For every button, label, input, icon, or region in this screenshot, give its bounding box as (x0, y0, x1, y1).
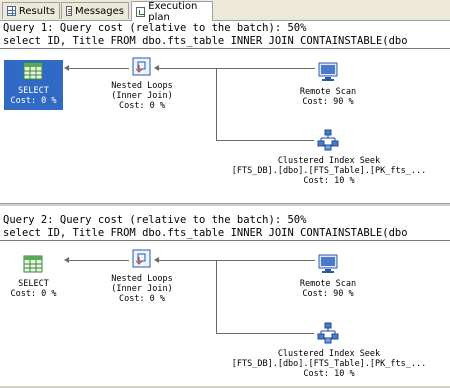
tab-messages[interactable]: Messages (61, 2, 129, 19)
select-node-label: SELECT (18, 86, 49, 96)
query-plan-pane-2[interactable]: Query 2: Query cost (relative to the bat… (0, 206, 450, 386)
select-node-cost: Cost: 0 % (10, 96, 57, 106)
nested-loops-node[interactable]: Nested Loops (Inner Join) Cost: 0 % (100, 81, 184, 111)
connector-loops-seek (216, 140, 314, 141)
connector-loops-seek-vertical (216, 260, 217, 333)
clustered-index-seek-icon[interactable] (316, 321, 340, 349)
clustered-index-seek-icon[interactable] (316, 128, 340, 156)
connector-loops-seek-vertical (216, 68, 217, 140)
nested-loops-icon[interactable] (131, 248, 153, 274)
execution-plan-icon (136, 6, 146, 17)
connector-loops-remote (159, 68, 315, 69)
clustered-index-seek-object: [FTS_DB].[dbo].[FTS_Table].[PK_fts_... (231, 166, 427, 176)
select-table-icon[interactable] (23, 61, 43, 85)
results-grid-icon (7, 6, 16, 16)
header-separator (0, 48, 450, 49)
remote-scan-node[interactable]: Remote Scan Cost: 90 % (285, 279, 371, 299)
connector-loops-remote (159, 260, 315, 261)
clustered-index-seek-node[interactable]: Clustered Index Seek [FTS_DB].[dbo].[FTS… (226, 156, 432, 186)
clustered-index-seek-title: Clustered Index Seek (277, 156, 381, 166)
remote-scan-node[interactable]: Remote Scan Cost: 90 % (285, 87, 371, 107)
clustered-index-seek-cost: Cost: 10 % (303, 176, 355, 186)
query-plan-pane-1[interactable]: Query 1: Query cost (relative to the bat… (0, 20, 450, 203)
connector-select-loops (69, 68, 129, 69)
nested-loops-subtitle: (Inner Join) (111, 91, 173, 101)
query-header: Query 2: Query cost (relative to the bat… (3, 214, 307, 226)
results-tab-bar: Results Messages Execution plan (0, 0, 450, 23)
tab-messages-label: Messages (74, 5, 124, 17)
nested-loops-title: Nested Loops (111, 274, 173, 284)
nested-loops-node[interactable]: Nested Loops (Inner Join) Cost: 0 % (100, 274, 184, 304)
remote-scan-title: Remote Scan (299, 279, 357, 289)
nested-loops-title: Nested Loops (111, 81, 173, 91)
select-node[interactable]: SELECT Cost: 0 % (4, 279, 63, 299)
connector-loops-seek (216, 333, 314, 334)
remote-scan-title: Remote Scan (299, 87, 357, 97)
messages-icon (66, 6, 72, 16)
query-header: Query 1: Query cost (relative to the bat… (3, 22, 307, 34)
nested-loops-cost: Cost: 0 % (118, 294, 166, 304)
remote-scan-icon[interactable] (317, 253, 339, 279)
query-sql-text: select ID, Title FROM dbo.fts_table INNE… (3, 227, 408, 239)
clustered-index-seek-title: Clustered Index Seek (277, 349, 381, 359)
remote-scan-icon[interactable] (317, 61, 339, 87)
nested-loops-subtitle: (Inner Join) (111, 284, 173, 294)
select-node-cost: Cost: 0 % (10, 289, 57, 299)
nested-loops-cost: Cost: 0 % (118, 101, 166, 111)
remote-scan-cost: Cost: 90 % (302, 97, 354, 107)
tab-results[interactable]: Results (2, 2, 60, 19)
clustered-index-seek-node[interactable]: Clustered Index Seek [FTS_DB].[dbo].[FTS… (226, 349, 432, 379)
tab-results-label: Results (18, 5, 55, 17)
select-node-label: SELECT (18, 279, 49, 289)
select-node[interactable]: SELECT Cost: 0 % (4, 86, 63, 106)
header-separator (0, 240, 450, 241)
tab-execution-plan[interactable]: Execution plan (131, 1, 213, 23)
remote-scan-cost: Cost: 90 % (302, 289, 354, 299)
clustered-index-seek-cost: Cost: 10 % (303, 369, 355, 379)
select-table-icon[interactable] (23, 254, 43, 278)
clustered-index-seek-object: [FTS_DB].[dbo].[FTS_Table].[PK_fts_... (231, 359, 427, 369)
connector-select-loops (69, 260, 129, 261)
nested-loops-icon[interactable] (131, 56, 153, 82)
query-sql-text: select ID, Title FROM dbo.fts_table INNE… (3, 35, 408, 47)
